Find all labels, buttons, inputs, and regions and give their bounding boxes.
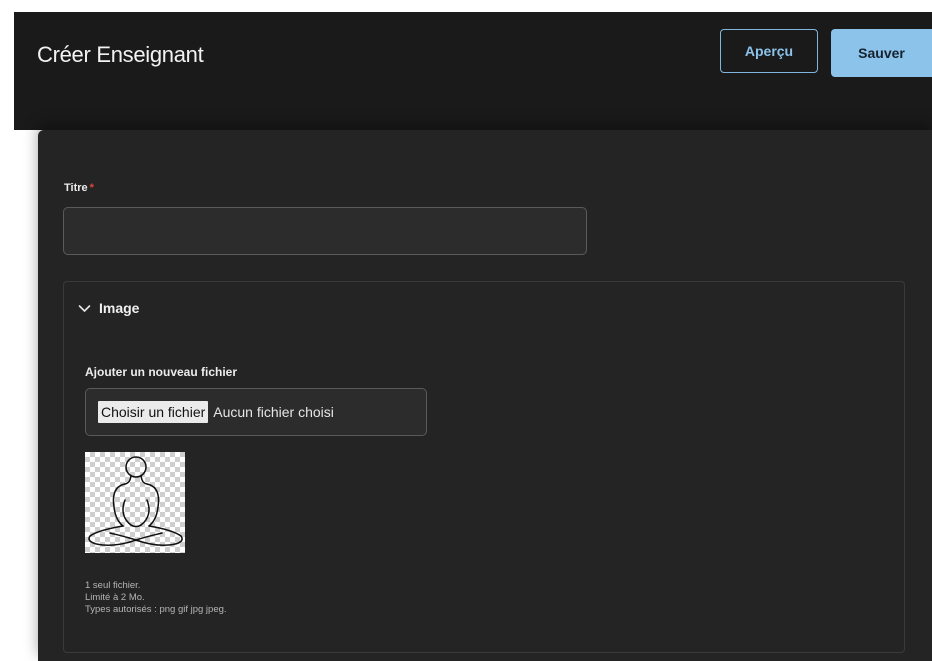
help-line-count: 1 seul fichier. — [85, 580, 141, 591]
file-help-text: 1 seul fichier. Limité à 2 Mo. Types aut… — [85, 580, 227, 616]
page-title: Créer Enseignant — [37, 42, 204, 67]
meditation-figure-icon — [88, 456, 183, 546]
file-status-text: Aucun fichier choisi — [213, 404, 334, 420]
preview-button[interactable]: Aperçu — [720, 29, 818, 73]
image-section-title: Image — [99, 300, 140, 316]
required-marker: * — [89, 182, 94, 194]
form-panel: Titre * Image Ajouter un nouveau fichier … — [38, 130, 932, 661]
title-field-label: Titre * — [64, 182, 94, 194]
page-header: Créer Enseignant Aperçu Sauver — [14, 12, 932, 130]
title-label-text: Titre — [64, 182, 88, 194]
title-input[interactable] — [63, 207, 587, 255]
image-thumbnail[interactable] — [85, 452, 185, 553]
help-line-types: Types autorisés : png gif jpg jpeg. — [85, 604, 227, 615]
file-input[interactable]: Choisir un fichier Aucun fichier choisi — [85, 388, 427, 436]
choose-file-button[interactable]: Choisir un fichier — [98, 401, 209, 423]
chevron-down-icon — [78, 304, 91, 312]
save-button[interactable]: Sauver — [831, 29, 932, 77]
app-window: Créer Enseignant Aperçu Sauver Titre * Im… — [0, 0, 932, 661]
upload-label: Ajouter un nouveau fichier — [85, 365, 238, 379]
image-section: Image Ajouter un nouveau fichier Choisir… — [63, 281, 905, 653]
help-line-size: Limité à 2 Mo. — [85, 592, 145, 603]
image-section-toggle[interactable]: Image — [78, 300, 139, 316]
